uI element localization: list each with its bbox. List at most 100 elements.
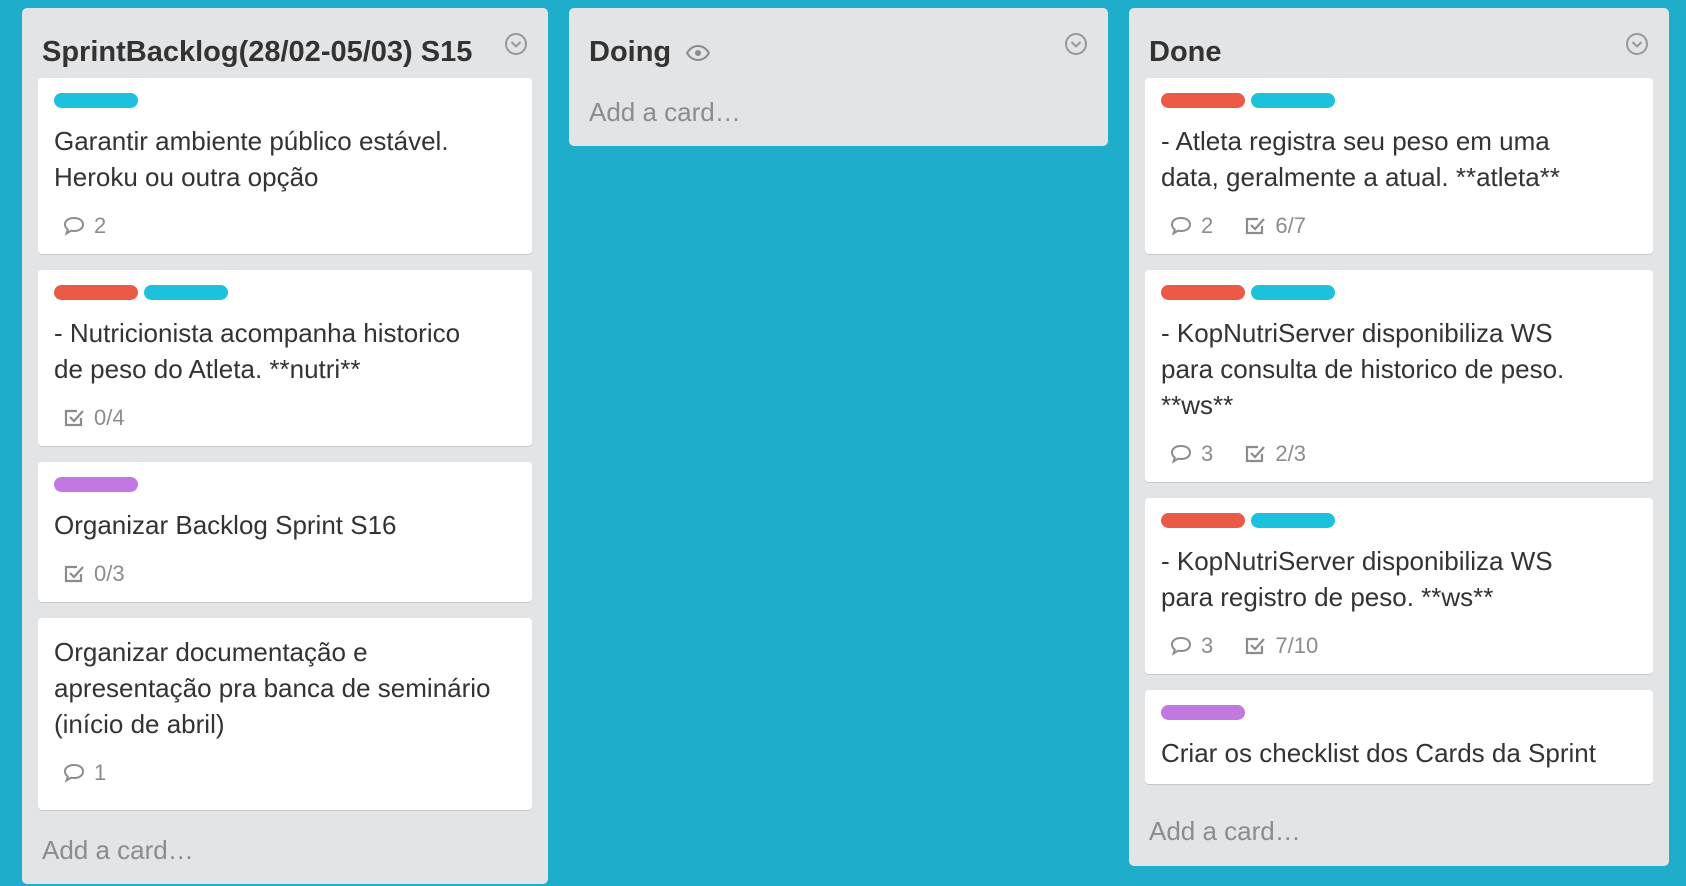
checklist-count: 0/3 <box>94 561 125 586</box>
comment-icon <box>1170 444 1192 464</box>
card-title-line: - Atleta registra seu peso em uma <box>1161 126 1550 156</box>
card-badges: 2 <box>62 211 130 241</box>
comments-count: 2 <box>1201 213 1214 238</box>
card-labels <box>54 477 144 493</box>
checklist-count: 2/3 <box>1275 441 1306 466</box>
card-title-line: - KopNutriServer disponibiliza WS <box>1161 318 1553 348</box>
label-red <box>1161 93 1245 108</box>
label-red <box>54 285 138 300</box>
card-title-line: - Nutricionista acompanha historico <box>54 318 461 348</box>
card-title: Organizar documentação e apresentação pr… <box>54 634 520 742</box>
comments-badge: 2 <box>1169 211 1213 241</box>
comment-icon <box>1170 216 1192 236</box>
card-badges: 3 7/10 <box>1169 631 1342 661</box>
comment-icon <box>63 763 85 783</box>
list-doing: Doing Add a card… <box>569 8 1108 146</box>
checklist-icon <box>64 409 84 426</box>
card-badges: 3 2/3 <box>1169 439 1330 469</box>
list-sprint-backlog: SprintBacklog(28/02-05/03) S15 Garantir … <box>22 8 548 884</box>
label-blue <box>1251 513 1335 528</box>
label-blue <box>144 285 228 300</box>
card[interactable]: Criar os checklist dos Cards da Sprint <box>1145 690 1653 784</box>
card-badges: 0/4 <box>62 403 149 433</box>
checklist-badge: 2/3 <box>1243 439 1306 469</box>
card-labels <box>1161 285 1341 301</box>
card-title: - KopNutriServer disponibiliza WS para c… <box>1161 315 1641 423</box>
comment-icon <box>1170 636 1192 656</box>
add-card-button[interactable]: Add a card… <box>42 833 194 867</box>
label-purple <box>54 477 138 492</box>
add-card-button[interactable]: Add a card… <box>1149 814 1301 848</box>
card-title: - Atleta registra seu peso em uma data, … <box>1161 123 1641 195</box>
card[interactable]: Garantir ambiente público estável. Herok… <box>38 78 532 254</box>
label-blue <box>1251 285 1335 300</box>
card-title-line: - KopNutriServer disponibiliza WS <box>1161 546 1553 576</box>
card-badges: 0/3 <box>62 559 149 589</box>
card-title: - Nutricionista acompanha historico de p… <box>54 315 520 387</box>
card[interactable]: Organizar documentação e apresentação pr… <box>38 618 532 810</box>
card-labels <box>1161 93 1341 109</box>
checklist-badge: 0/4 <box>62 403 125 433</box>
checklist-badge: 6/7 <box>1243 211 1306 241</box>
card-title-line: data, geralmente a atual. **atleta** <box>1161 162 1560 192</box>
checklist-icon <box>1246 217 1266 234</box>
card[interactable]: Organizar Backlog Sprint S16 0/3 <box>38 462 532 602</box>
list-title-text: Doing <box>589 36 672 68</box>
card-title-line: (início de abril) <box>54 709 225 739</box>
list-title[interactable]: Done <box>1149 35 1222 69</box>
card-title: - KopNutriServer disponibiliza WS para r… <box>1161 543 1641 615</box>
card-title-line: para consulta de historico de peso. <box>1161 354 1565 384</box>
card-badges: 1 <box>62 758 130 788</box>
checklist-count: 7/10 <box>1275 633 1319 658</box>
list-done: Done - Atleta registra seu peso em uma d… <box>1129 8 1669 866</box>
comments-badge: 2 <box>62 211 106 241</box>
card-title-line: de peso do Atleta. **nutri** <box>54 354 361 384</box>
label-blue <box>1251 93 1335 108</box>
checklist-count: 6/7 <box>1275 213 1306 238</box>
card-title: Criar os checklist dos Cards da Sprint <box>1161 735 1649 771</box>
checklist-icon <box>1246 637 1266 654</box>
checklist-badge: 7/10 <box>1243 631 1318 661</box>
chevron-down-icon[interactable] <box>1625 32 1649 56</box>
card[interactable]: - KopNutriServer disponibiliza WS para r… <box>1145 498 1653 674</box>
label-red <box>1161 513 1245 528</box>
card-title-line: Organizar Backlog Sprint S16 <box>54 510 397 540</box>
card[interactable]: - KopNutriServer disponibiliza WS para c… <box>1145 270 1653 482</box>
checklist-badge: 0/3 <box>62 559 125 589</box>
comments-count: 3 <box>1201 441 1214 466</box>
card-title: Organizar Backlog Sprint S16 <box>54 507 520 543</box>
label-purple <box>1161 705 1245 720</box>
card[interactable]: - Nutricionista acompanha historico de p… <box>38 270 532 446</box>
comments-count: 2 <box>94 213 107 238</box>
comments-count: 1 <box>94 760 107 785</box>
comments-count: 3 <box>1201 633 1214 658</box>
checklist-icon <box>1246 445 1266 462</box>
card-title-line: Garantir ambiente público estável. <box>54 126 449 156</box>
card[interactable]: - Atleta registra seu peso em uma data, … <box>1145 78 1653 254</box>
card-labels <box>1161 513 1341 529</box>
card-badges: 2 6/7 <box>1169 211 1330 241</box>
comments-badge: 1 <box>62 758 106 788</box>
checklist-icon <box>64 565 84 582</box>
list-header: Done <box>1129 8 1669 78</box>
card-title-line: Heroku ou outra opção <box>54 162 319 192</box>
card-title-line: apresentação pra banca de seminário <box>54 673 491 703</box>
list-header: Doing <box>569 8 1108 78</box>
chevron-down-icon[interactable] <box>1064 32 1088 56</box>
label-blue <box>54 93 138 108</box>
add-card-button[interactable]: Add a card… <box>589 95 741 129</box>
list-title[interactable]: SprintBacklog(28/02-05/03) S15 <box>42 35 472 69</box>
comments-badge: 3 <box>1169 439 1213 469</box>
chevron-down-icon[interactable] <box>504 32 528 56</box>
card-title-line: Criar os checklist dos Cards da Sprint <box>1161 738 1596 768</box>
list-title[interactable]: Doing <box>589 35 711 70</box>
card-title-line: para registro de peso. **ws** <box>1161 582 1494 612</box>
label-red <box>1161 285 1245 300</box>
card-labels <box>54 93 144 109</box>
card-labels <box>1161 705 1251 721</box>
card-title-line: **ws** <box>1161 390 1234 420</box>
comment-icon <box>63 216 85 236</box>
list-header: SprintBacklog(28/02-05/03) S15 <box>22 8 548 78</box>
eye-icon <box>685 36 711 70</box>
card-labels <box>54 285 234 301</box>
